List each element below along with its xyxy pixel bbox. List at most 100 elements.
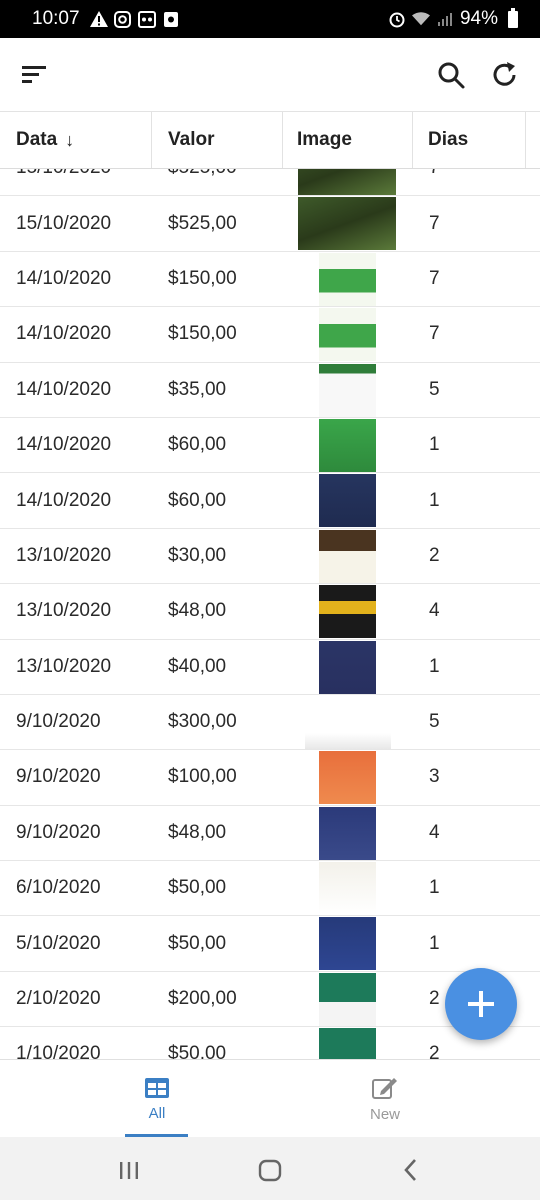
row-image-thumbnail[interactable] xyxy=(319,972,376,1026)
row-value: $150,00 xyxy=(168,323,237,345)
bottom-navigation: All New xyxy=(0,1059,540,1138)
row-days: 3 xyxy=(429,766,440,788)
sort-arrow-down-icon: ↓ xyxy=(65,129,75,150)
row-image-thumbnail[interactable] xyxy=(298,197,396,251)
row-date: 14/10/2020 xyxy=(16,489,112,511)
row-value: $50,00 xyxy=(168,1043,227,1059)
row-image-thumbnail[interactable] xyxy=(319,363,376,417)
table-row[interactable]: 9/10/2020 $300,00 5 xyxy=(0,695,540,751)
table-row[interactable]: 9/10/2020 $100,00 3 xyxy=(0,750,540,806)
row-value: $525,00 xyxy=(168,212,237,234)
row-value: $60,00 xyxy=(168,434,227,456)
table-row[interactable]: 9/10/2020 $48,00 4 xyxy=(0,806,540,862)
row-days: 1 xyxy=(429,489,440,511)
row-image-thumbnail[interactable] xyxy=(319,418,376,472)
row-image-thumbnail[interactable] xyxy=(319,640,376,694)
row-date: 15/10/2020 xyxy=(16,169,111,195)
row-image-thumbnail[interactable] xyxy=(319,585,376,639)
battery-icon xyxy=(508,7,518,28)
row-days: 5 xyxy=(429,378,440,400)
row-image-thumbnail[interactable] xyxy=(305,695,391,749)
row-date: 13/10/2020 xyxy=(16,544,112,566)
row-image-thumbnail[interactable] xyxy=(319,806,376,860)
row-value: $40,00 xyxy=(168,655,227,677)
table-row[interactable]: 5/10/2020 $50,00 1 xyxy=(0,916,540,972)
home-icon[interactable] xyxy=(255,1155,285,1185)
nav-label-all: All xyxy=(148,1104,166,1122)
row-image-thumbnail[interactable] xyxy=(319,529,376,583)
row-date: 1/10/2020 xyxy=(16,1043,101,1059)
row-date: 14/10/2020 xyxy=(16,378,112,400)
column-header-label: Image xyxy=(297,129,352,150)
table-row[interactable]: 14/10/2020 $150,00 7 xyxy=(0,252,540,308)
row-value: $300,00 xyxy=(168,711,237,733)
row-value: $50,00 xyxy=(168,877,227,899)
row-date: 9/10/2020 xyxy=(16,821,101,843)
row-days: 2 xyxy=(429,988,440,1010)
row-value: $100,00 xyxy=(168,766,237,788)
table-row[interactable]: 14/10/2020 $60,00 1 xyxy=(0,418,540,474)
row-date: 14/10/2020 xyxy=(16,434,112,456)
row-days: 1 xyxy=(429,877,440,899)
row-days: 7 xyxy=(429,267,440,289)
status-time: 10:07 xyxy=(32,8,80,29)
table-body[interactable]: 15/10/2020$525,00715/10/2020$525,00714/1… xyxy=(0,169,540,1059)
row-date: 9/10/2020 xyxy=(16,711,101,733)
row-image-thumbnail[interactable] xyxy=(319,751,376,805)
row-date: 13/10/2020 xyxy=(16,655,112,677)
table-row[interactable]: 14/10/2020 $60,00 1 xyxy=(0,473,540,529)
plus-icon xyxy=(468,991,494,1017)
row-value: $48,00 xyxy=(168,600,227,622)
table-row[interactable]: 6/10/2020 $50,00 1 xyxy=(0,861,540,917)
row-value: $30,00 xyxy=(168,544,227,566)
row-image-thumbnail[interactable] xyxy=(319,1028,376,1059)
row-days: 1 xyxy=(429,655,440,677)
row-date: 14/10/2020 xyxy=(16,323,112,345)
table-row[interactable]: 15/10/2020 $525,00 7 xyxy=(0,169,540,197)
row-image-thumbnail[interactable] xyxy=(319,308,376,362)
add-button[interactable] xyxy=(445,968,517,1040)
nav-label-new: New xyxy=(369,1105,400,1123)
back-icon[interactable] xyxy=(396,1155,426,1185)
nav-item-new[interactable]: New xyxy=(250,1060,520,1138)
row-image-thumbnail[interactable] xyxy=(319,917,376,971)
row-image-thumbnail[interactable] xyxy=(319,252,376,306)
row-date: 14/10/2020 xyxy=(16,267,112,289)
row-days: 1 xyxy=(429,434,440,456)
row-value: $50,00 xyxy=(168,932,227,954)
row-date: 6/10/2020 xyxy=(16,877,101,899)
column-header-label: Data xyxy=(16,129,58,150)
row-days: 4 xyxy=(429,600,440,622)
row-image-thumbnail[interactable] xyxy=(298,169,396,195)
app-notification-icon xyxy=(162,10,180,28)
warning-icon xyxy=(89,10,108,28)
row-days: 7 xyxy=(429,169,440,195)
app-bar xyxy=(0,38,540,112)
row-image-thumbnail[interactable] xyxy=(319,474,376,528)
refresh-icon[interactable] xyxy=(490,60,520,90)
column-header-label: Dias xyxy=(428,129,469,150)
column-header-dias[interactable]: Dias xyxy=(413,112,526,168)
instagram-icon xyxy=(114,10,132,28)
table-row[interactable]: 15/10/2020 $525,00 7 xyxy=(0,196,540,252)
status-bar: 10:07 94% xyxy=(0,0,540,38)
row-value: $35,00 xyxy=(168,378,227,400)
column-header-image[interactable]: Image xyxy=(283,112,413,168)
row-date: 9/10/2020 xyxy=(16,766,101,788)
table-header: Data ↓ Valor Image Dias xyxy=(0,112,540,169)
table-row[interactable]: 13/10/2020 $30,00 2 xyxy=(0,529,540,585)
table-row[interactable]: 13/10/2020 $40,00 1 xyxy=(0,640,540,695)
row-value: $525,00 xyxy=(168,169,237,195)
edit-icon xyxy=(372,1077,397,1099)
table-row[interactable]: 14/10/2020 $150,00 7 xyxy=(0,307,540,363)
table-row[interactable]: 14/10/2020 $35,00 5 xyxy=(0,363,540,418)
column-header-valor[interactable]: Valor xyxy=(152,112,283,168)
sort-menu-icon[interactable] xyxy=(20,62,50,88)
signal-icon xyxy=(436,10,454,28)
table-row[interactable]: 13/10/2020 $48,00 4 xyxy=(0,584,540,640)
voicemail-icon xyxy=(137,10,156,28)
recent-apps-icon[interactable] xyxy=(114,1155,144,1185)
row-image-thumbnail[interactable] xyxy=(319,862,376,916)
search-icon[interactable] xyxy=(436,60,466,90)
column-header-data[interactable]: Data ↓ xyxy=(0,112,152,168)
